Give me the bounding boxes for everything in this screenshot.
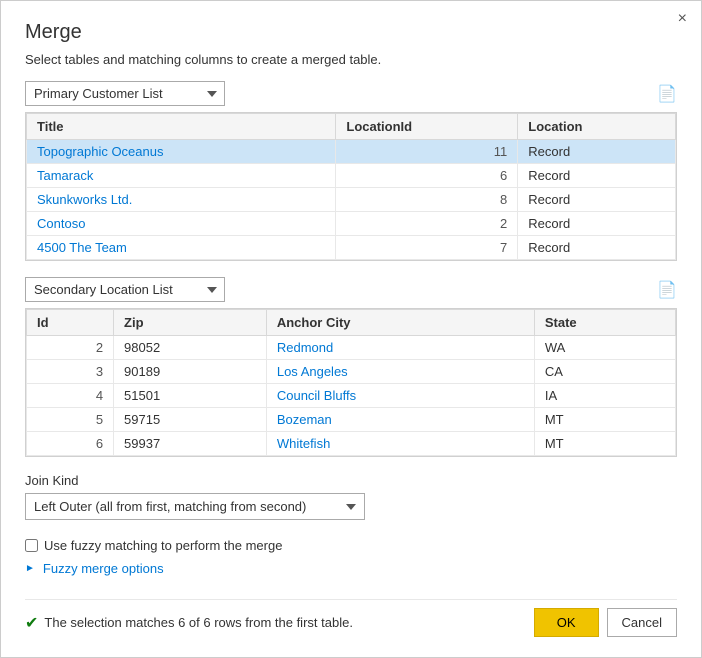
cell-title: Topographic Oceanus <box>27 140 336 164</box>
cell-title: Tamarack <box>27 164 336 188</box>
dialog-title: Merge <box>25 21 677 44</box>
col-anchor-city[interactable]: Anchor City <box>266 310 534 336</box>
cell-city: Redmond <box>266 336 534 360</box>
secondary-section: Secondary Location List 📄 Id Zip Anchor … <box>25 277 677 457</box>
ok-button[interactable]: OK <box>534 608 599 637</box>
fuzzy-checkbox[interactable] <box>25 539 38 552</box>
cell-state: CA <box>534 360 675 384</box>
cell-zip: 98052 <box>114 336 267 360</box>
primary-table-dropdown[interactable]: Primary Customer List <box>25 81 225 106</box>
cell-title: 4500 The Team <box>27 236 336 260</box>
cell-locationid: 11 <box>336 140 518 164</box>
secondary-file-icon: 📄 <box>657 280 677 300</box>
secondary-table-container: Id Zip Anchor City State 2 98052 Redmond… <box>25 308 677 457</box>
cell-locationid: 2 <box>336 212 518 236</box>
cell-state: MT <box>534 408 675 432</box>
primary-dropdown-row: Primary Customer List 📄 <box>25 81 677 106</box>
cell-location: Record <box>518 164 676 188</box>
join-kind-dropdown[interactable]: Left Outer (all from first, matching fro… <box>25 493 365 520</box>
secondary-table: Id Zip Anchor City State 2 98052 Redmond… <box>26 309 676 456</box>
cell-id: 4 <box>27 384 114 408</box>
table-row[interactable]: Contoso 2 Record <box>27 212 676 236</box>
fuzzy-options-label: Fuzzy merge options <box>43 561 164 576</box>
secondary-dropdown-row: Secondary Location List 📄 <box>25 277 677 302</box>
col-id[interactable]: Id <box>27 310 114 336</box>
cell-id: 5 <box>27 408 114 432</box>
cell-location: Record <box>518 140 676 164</box>
table-row[interactable]: Topographic Oceanus 11 Record <box>27 140 676 164</box>
cell-city: Council Bluffs <box>266 384 534 408</box>
secondary-table-dropdown[interactable]: Secondary Location List <box>25 277 225 302</box>
join-kind-section: Join Kind Left Outer (all from first, ma… <box>25 473 677 520</box>
cell-zip: 51501 <box>114 384 267 408</box>
cell-locationid: 8 <box>336 188 518 212</box>
cancel-button[interactable]: Cancel <box>607 608 677 637</box>
table-row[interactable]: Tamarack 6 Record <box>27 164 676 188</box>
cell-city: Bozeman <box>266 408 534 432</box>
cell-id: 3 <box>27 360 114 384</box>
cell-title: Skunkworks Ltd. <box>27 188 336 212</box>
status-text: The selection matches 6 of 6 rows from t… <box>44 615 353 630</box>
close-button[interactable]: × <box>678 11 687 27</box>
cell-location: Record <box>518 212 676 236</box>
cell-location: Record <box>518 236 676 260</box>
table-row[interactable]: 4 51501 Council Bluffs IA <box>27 384 676 408</box>
footer-buttons: OK Cancel <box>534 608 677 637</box>
cell-title: Contoso <box>27 212 336 236</box>
table-row[interactable]: 3 90189 Los Angeles CA <box>27 360 676 384</box>
secondary-table-header: Id Zip Anchor City State <box>27 310 676 336</box>
cell-location: Record <box>518 188 676 212</box>
cell-locationid: 6 <box>336 164 518 188</box>
col-state[interactable]: State <box>534 310 675 336</box>
dialog-footer: ✔ The selection matches 6 of 6 rows from… <box>25 599 677 637</box>
cell-city: Los Angeles <box>266 360 534 384</box>
primary-table: Title LocationId Location Topographic Oc… <box>26 113 676 260</box>
cell-zip: 90189 <box>114 360 267 384</box>
cell-state: IA <box>534 384 675 408</box>
fuzzy-options-toggle[interactable]: ► Fuzzy merge options <box>25 561 677 576</box>
table-row[interactable]: 5 59715 Bozeman MT <box>27 408 676 432</box>
primary-table-header: Title LocationId Location <box>27 114 676 140</box>
status-message: ✔ The selection matches 6 of 6 rows from… <box>25 613 353 633</box>
merge-dialog: × Merge Select tables and matching colum… <box>0 0 702 658</box>
cell-id: 6 <box>27 432 114 456</box>
dialog-subtitle: Select tables and matching columns to cr… <box>25 52 677 67</box>
table-row[interactable]: 4500 The Team 7 Record <box>27 236 676 260</box>
check-icon: ✔ <box>25 613 38 633</box>
join-kind-label: Join Kind <box>25 473 677 488</box>
primary-section: Primary Customer List 📄 Title LocationId… <box>25 81 677 261</box>
table-row[interactable]: 2 98052 Redmond WA <box>27 336 676 360</box>
table-row[interactable]: 6 59937 Whitefish MT <box>27 432 676 456</box>
col-location[interactable]: Location <box>518 114 676 140</box>
cell-state: WA <box>534 336 675 360</box>
col-zip[interactable]: Zip <box>114 310 267 336</box>
fuzzy-checkbox-row: Use fuzzy matching to perform the merge <box>25 538 677 553</box>
chevron-right-icon: ► <box>25 563 35 574</box>
cell-id: 2 <box>27 336 114 360</box>
cell-state: MT <box>534 432 675 456</box>
cell-locationid: 7 <box>336 236 518 260</box>
table-row[interactable]: Skunkworks Ltd. 8 Record <box>27 188 676 212</box>
primary-file-icon: 📄 <box>657 84 677 104</box>
cell-zip: 59937 <box>114 432 267 456</box>
fuzzy-label: Use fuzzy matching to perform the merge <box>44 538 282 553</box>
cell-city: Whitefish <box>266 432 534 456</box>
primary-table-container: Title LocationId Location Topographic Oc… <box>25 112 677 261</box>
col-locationid[interactable]: LocationId <box>336 114 518 140</box>
col-title[interactable]: Title <box>27 114 336 140</box>
cell-zip: 59715 <box>114 408 267 432</box>
